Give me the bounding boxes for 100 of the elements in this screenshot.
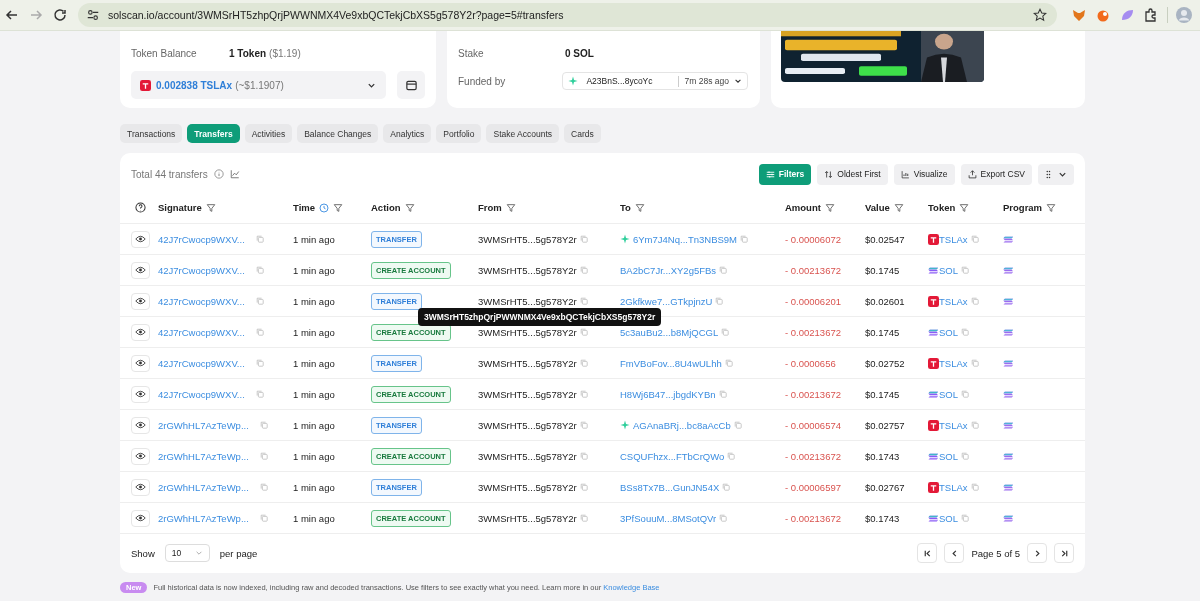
to-address-link[interactable]: BSs8Tx7B...GunJN54X	[620, 481, 720, 493]
copy-icon[interactable]	[715, 297, 724, 305]
view-details-button[interactable]	[131, 230, 150, 248]
copy-icon[interactable]	[255, 235, 264, 243]
tab[interactable]: Analytics	[383, 124, 432, 143]
token-select[interactable]: 0.002838 TSLAx (~$1.1907)	[131, 71, 386, 99]
reload-icon[interactable]	[52, 7, 68, 23]
copy-icon[interactable]	[970, 235, 979, 243]
copy-icon[interactable]	[259, 514, 268, 522]
copy-icon[interactable]	[970, 483, 979, 491]
copy-icon[interactable]	[259, 483, 268, 491]
copy-icon[interactable]	[579, 390, 588, 398]
toolbar-button[interactable]: Visualize	[893, 163, 955, 185]
token-link[interactable]: TSLAx	[939, 233, 968, 245]
copy-icon[interactable]	[970, 421, 979, 429]
to-address-link[interactable]: CSQUFhzx...FTbCrQWo	[620, 450, 725, 462]
copy-icon[interactable]	[727, 452, 736, 460]
previous-page-button[interactable]	[944, 543, 965, 563]
tab[interactable]: Activities	[244, 124, 293, 143]
copy-icon[interactable]	[255, 328, 264, 336]
copy-icon[interactable]	[579, 297, 588, 305]
toolbar-button[interactable]: Filters	[758, 163, 812, 185]
signature-link[interactable]: 2rGWhHL7AzTeWp...	[158, 481, 249, 493]
tab[interactable]: Transfers	[187, 124, 240, 143]
view-details-button[interactable]	[131, 509, 150, 527]
copy-icon[interactable]	[970, 359, 979, 367]
token-link[interactable]: TSLAx	[939, 295, 968, 307]
signature-link[interactable]: 2rGWhHL7AzTeWp...	[158, 512, 249, 524]
token-link[interactable]: SOL	[939, 264, 958, 276]
signature-link[interactable]: 42J7rCwocp9WXV...	[158, 233, 245, 245]
copy-icon[interactable]	[579, 483, 588, 491]
fox-extension-icon[interactable]	[1071, 7, 1087, 23]
to-address-link[interactable]: AGAnaBRj...bc8aAcCb	[633, 419, 731, 431]
copy-icon[interactable]	[961, 514, 969, 522]
copy-icon[interactable]	[721, 328, 730, 336]
signature-link[interactable]: 42J7rCwocp9WXV...	[158, 388, 245, 400]
token-link[interactable]: SOL	[939, 512, 958, 524]
copy-icon[interactable]	[719, 514, 728, 522]
view-details-button[interactable]	[131, 385, 150, 403]
tab[interactable]: Transactions	[120, 124, 183, 143]
to-address-link[interactable]: 6Ym7J4Nq...Tn3NBS9M	[633, 233, 737, 245]
per-page-select[interactable]: 10	[164, 544, 210, 562]
tab[interactable]: Stake Accounts	[486, 124, 560, 143]
signature-link[interactable]: 2rGWhHL7AzTeWp...	[158, 419, 249, 431]
to-address-link[interactable]: 2Gkfkwe7...GTkpjnzU	[620, 295, 713, 307]
token-link[interactable]: SOL	[939, 326, 958, 338]
token-link[interactable]: TSLAx	[939, 357, 968, 369]
copy-icon[interactable]	[255, 359, 264, 367]
tab[interactable]: Portfolio	[436, 124, 482, 143]
token-link[interactable]: SOL	[939, 388, 958, 400]
filter-icon[interactable]	[404, 202, 415, 213]
copy-icon[interactable]	[961, 328, 969, 336]
tab[interactable]: Cards	[564, 124, 601, 143]
token-link[interactable]: TSLAx	[939, 481, 968, 493]
view-details-button[interactable]	[131, 478, 150, 496]
to-address-link[interactable]: H8Wj6B47...jbgdKYBn	[620, 388, 716, 400]
copy-icon[interactable]	[259, 421, 268, 429]
copy-icon[interactable]	[733, 421, 742, 429]
copy-icon[interactable]	[961, 266, 969, 274]
wallet-button[interactable]	[397, 71, 425, 99]
filter-icon[interactable]	[1046, 202, 1057, 213]
signature-link[interactable]: 42J7rCwocp9WXV...	[158, 295, 245, 307]
to-address-link[interactable]: 3PfSouuM...8MSotQVr	[620, 512, 717, 524]
copy-icon[interactable]	[740, 235, 748, 243]
copy-icon[interactable]	[579, 328, 588, 336]
copy-icon[interactable]	[722, 483, 731, 491]
copy-icon[interactable]	[255, 297, 264, 305]
filter-icon[interactable]	[893, 202, 904, 213]
copy-icon[interactable]	[579, 452, 588, 460]
copy-icon[interactable]	[961, 390, 969, 398]
copy-icon[interactable]	[718, 390, 727, 398]
to-address-link[interactable]: 5c3auBu2...b8MjQCGL	[620, 326, 719, 338]
leaf-extension-icon[interactable]	[1119, 7, 1135, 23]
toolbar-button[interactable]: Export CSV	[960, 163, 1032, 185]
copy-icon[interactable]	[579, 514, 588, 522]
profile-avatar-icon[interactable]	[1176, 7, 1192, 23]
signature-link[interactable]: 42J7rCwocp9WXV...	[158, 326, 245, 338]
address-bar[interactable]: solscan.io/account/3WMSrHT5zhpQrjPWWNMX4Ve9xbQCTekjCbXS5g578Y2r?page=5#transfers	[78, 3, 1057, 27]
copy-icon[interactable]	[579, 235, 588, 243]
columns-menu-button[interactable]	[1038, 163, 1074, 185]
next-page-button[interactable]	[1027, 543, 1047, 563]
copy-icon[interactable]	[724, 359, 733, 367]
extensions-icon[interactable]	[1143, 7, 1159, 23]
filter-icon[interactable]	[505, 202, 516, 213]
view-details-button[interactable]	[131, 354, 150, 372]
filter-icon[interactable]	[634, 202, 645, 213]
signature-link[interactable]: 2rGWhHL7AzTeWp...	[158, 450, 249, 462]
copy-icon[interactable]	[259, 452, 268, 460]
copy-icon[interactable]	[719, 266, 728, 274]
funded-by-dropdown[interactable]: A23BnS...8ycoYc 7m 28s ago	[562, 72, 748, 90]
signature-link[interactable]: 42J7rCwocp9WXV...	[158, 357, 245, 369]
to-address-link[interactable]: FmVBoFov...8U4wULhh	[620, 357, 722, 369]
copy-icon[interactable]	[255, 390, 264, 398]
tab[interactable]: Balance Changes	[297, 124, 379, 143]
token-link[interactable]: SOL	[939, 450, 958, 462]
copy-icon[interactable]	[255, 266, 264, 274]
copy-icon[interactable]	[579, 359, 588, 367]
filter-icon[interactable]	[205, 202, 216, 213]
view-details-button[interactable]	[131, 261, 150, 279]
copy-icon[interactable]	[579, 421, 588, 429]
